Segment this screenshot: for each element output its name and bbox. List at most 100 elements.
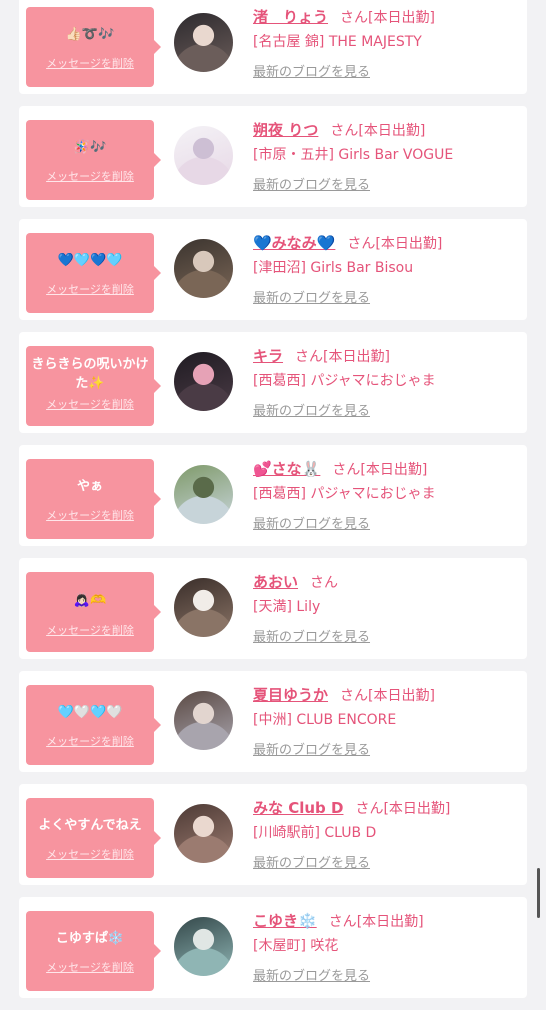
- latest-blog-link[interactable]: 最新のブログを見る: [253, 965, 370, 984]
- cast-info: キラ さん[本日出勤] [西葛西] パジャマにおじゃま 最新のブログを見る: [253, 344, 523, 419]
- message-text: よくやすんでねえ: [38, 817, 142, 833]
- cast-info: 朔夜 りつ さん[本日出勤] [市原・五井] Girls Bar VOGUE 最新のブ…: [253, 118, 523, 193]
- cast-info: 渚 りょう さん[本日出勤] [名古屋 錦] THE MAJESTY 最新のブログを見…: [253, 5, 523, 80]
- cast-info: あおい さん [天満] Lily 最新のブログを見る: [253, 570, 523, 645]
- delete-message-link[interactable]: メッセージを削除: [30, 622, 150, 638]
- avatar[interactable]: [174, 126, 233, 185]
- message-card: こゆすぱ❄️ メッセージを削除 こゆき❄️ さん[本日出勤] [木屋町] 咲花最新のブロ…: [19, 897, 527, 998]
- message-card: 🩵🤍🩵🤍 メッセージを削除 夏目ゆうか さん[本日出勤] [中洲] CLUB ENCOR…: [19, 671, 527, 772]
- cast-name-link[interactable]: 朔夜 りつ: [253, 121, 318, 139]
- latest-blog-link[interactable]: 最新のブログを見る: [253, 61, 370, 80]
- message-text: きらきらの呪いかけた✨: [31, 357, 149, 391]
- message-bubble: よくやすんでねえ メッセージを削除: [26, 798, 161, 878]
- message-text: 👍🏻➰🎶: [65, 26, 115, 42]
- delete-message-link[interactable]: メッセージを削除: [30, 507, 150, 523]
- delete-message-link[interactable]: メッセージを削除: [30, 281, 150, 297]
- avatar[interactable]: [174, 804, 233, 863]
- honorific-label: さん: [355, 801, 384, 817]
- working-today-badge: [本日出勤]: [323, 349, 390, 365]
- latest-blog-link[interactable]: 最新のブログを見る: [253, 287, 370, 306]
- message-bubble: こゆすぱ❄️ メッセージを削除: [26, 911, 161, 991]
- delete-message-link[interactable]: メッセージを削除: [30, 55, 150, 71]
- working-today-badge: [本日出勤]: [383, 801, 451, 817]
- message-bubble: 💙🩵💙🩵 メッセージを削除: [26, 233, 161, 313]
- honorific-label: さん: [328, 914, 357, 930]
- cast-name-link[interactable]: こゆき❄️: [253, 912, 317, 930]
- message-bubble: 👍🏻➰🎶 メッセージを削除: [26, 7, 161, 87]
- message-text: 🩵🤍🩵🤍: [57, 704, 123, 720]
- working-today-badge: [本日出勤]: [356, 914, 424, 930]
- shop-label: [中洲] CLUB ENCORE: [253, 712, 397, 728]
- latest-blog-link[interactable]: 最新のブログを見る: [253, 513, 370, 532]
- delete-message-link[interactable]: メッセージを削除: [30, 168, 150, 184]
- working-today-badge: [本日出勤]: [375, 236, 443, 252]
- message-bubble: 🪅🎶 メッセージを削除: [26, 120, 161, 200]
- latest-blog-link[interactable]: 最新のブログを見る: [253, 626, 370, 645]
- name-line: 朔夜 りつ さん[本日出勤]: [253, 118, 523, 142]
- message-text: 🙇🏻‍♀️🫶: [73, 592, 107, 608]
- avatar[interactable]: [174, 691, 233, 750]
- avatar[interactable]: [174, 465, 233, 524]
- message-card: 🪅🎶 メッセージを削除 朔夜 りつ さん[本日出勤] [市原・五井] Girls Bar…: [19, 106, 527, 207]
- avatar[interactable]: [174, 13, 233, 72]
- cast-name-link[interactable]: 渚 りょう: [253, 8, 328, 26]
- shop-label: [川崎駅前] CLUB D: [253, 825, 377, 841]
- cast-info: こゆき❄️ さん[本日出勤] [木屋町] 咲花最新のブログを見る: [253, 909, 523, 984]
- message-card: きらきらの呪いかけた✨ メッセージを削除 キラ さん[本日出勤] [西葛西] パジャマに…: [19, 332, 527, 433]
- avatar[interactable]: [174, 352, 233, 411]
- cast-name-link[interactable]: 夏目ゆうか: [253, 686, 328, 704]
- message-card: やぁメッセージを削除 💕さな🐰 さん[本日出勤] [西葛西] パジャマにおじゃま 最新の…: [19, 445, 527, 546]
- message-text: こゆすぱ❄️: [55, 930, 125, 946]
- cast-info: 💙みなみ💙 さん[本日出勤] [津田沼] Girls Bar Bisou 最新のブログ…: [253, 231, 523, 306]
- latest-blog-link[interactable]: 最新のブログを見る: [253, 852, 370, 871]
- cast-name-link[interactable]: 💙みなみ💙: [253, 234, 335, 252]
- latest-blog-link[interactable]: 最新のブログを見る: [253, 174, 370, 193]
- cast-name-link[interactable]: みな Club D: [253, 799, 343, 817]
- cast-info: みな Club D さん[本日出勤] [川崎駅前] CLUB D 最新のブログを見る: [253, 796, 523, 871]
- honorific-label: さん: [347, 236, 376, 252]
- delete-message-link[interactable]: メッセージを削除: [30, 396, 150, 412]
- avatar[interactable]: [174, 239, 233, 298]
- cast-name-link[interactable]: あおい: [253, 573, 298, 591]
- cast-info: 💕さな🐰 さん[本日出勤] [西葛西] パジャマにおじゃま 最新のブログを見る: [253, 457, 523, 532]
- avatar[interactable]: [174, 578, 233, 637]
- message-text: やぁ: [76, 478, 103, 494]
- message-card: 👍🏻➰🎶 メッセージを削除 渚 りょう さん[本日出勤] [名古屋 錦] THE MAJ…: [19, 0, 527, 94]
- name-line: みな Club D さん[本日出勤]: [253, 796, 523, 820]
- message-bubble: きらきらの呪いかけた✨ メッセージを削除: [26, 346, 161, 426]
- cast-name-link[interactable]: キラ: [253, 347, 283, 365]
- working-today-badge: [本日出勤]: [368, 688, 435, 704]
- message-list: 👍🏻➰🎶 メッセージを削除渚 りょう さん[本日出勤] [名古屋 錦] THE MAJ…: [19, 0, 527, 1010]
- shop-label: [天満] Lily: [253, 599, 321, 615]
- shop-label: [木屋町] 咲花: [253, 938, 339, 954]
- honorific-label: さん: [340, 10, 369, 26]
- message-card: 🙇🏻‍♀️🫶 メッセージを削除 あおい さん [天満] Lily 最新のブログを見る: [19, 558, 527, 659]
- delete-message-link[interactable]: メッセージを削除: [30, 959, 150, 975]
- name-line: こゆき❄️ さん[本日出勤]: [253, 909, 523, 933]
- delete-message-link[interactable]: メッセージを削除: [30, 846, 150, 862]
- honorific-label: さん: [295, 349, 324, 365]
- shop-label: [西葛西] パジャマにおじゃま: [253, 486, 436, 502]
- honorific-label: さん: [340, 688, 369, 704]
- latest-blog-link[interactable]: 最新のブログを見る: [253, 739, 370, 758]
- avatar[interactable]: [174, 917, 233, 976]
- name-line: 💕さな🐰 さん[本日出勤]: [253, 457, 523, 481]
- shop-label: [名古屋 錦] THE MAJESTY: [253, 34, 422, 50]
- honorific-label: さん: [310, 575, 339, 591]
- name-line: 夏目ゆうか さん[本日出勤]: [253, 683, 523, 707]
- message-text: 💙🩵💙🩵: [57, 252, 123, 268]
- working-today-badge: [本日出勤]: [360, 462, 428, 478]
- scrollbar[interactable]: [537, 868, 540, 918]
- message-bubble: 🙇🏻‍♀️🫶 メッセージを削除: [26, 572, 161, 652]
- working-today-badge: [本日出勤]: [368, 10, 435, 26]
- cast-name-link[interactable]: 💕さな🐰: [253, 460, 320, 478]
- message-card: 💙🩵💙🩵 メッセージを削除 💙みなみ💙 さん[本日出勤] [津田沼] Girls Bar…: [19, 219, 527, 320]
- shop-label: [市原・五井] Girls Bar VOGUE: [253, 147, 454, 163]
- shop-label: [西葛西] パジャマにおじゃま: [253, 373, 436, 389]
- shop-label: [津田沼] Girls Bar Bisou: [253, 260, 414, 276]
- latest-blog-link[interactable]: 最新のブログを見る: [253, 400, 370, 419]
- working-today-badge: [本日出勤]: [358, 123, 426, 139]
- name-line: キラ さん[本日出勤]: [253, 344, 523, 368]
- honorific-label: さん: [332, 462, 361, 478]
- delete-message-link[interactable]: メッセージを削除: [30, 733, 150, 749]
